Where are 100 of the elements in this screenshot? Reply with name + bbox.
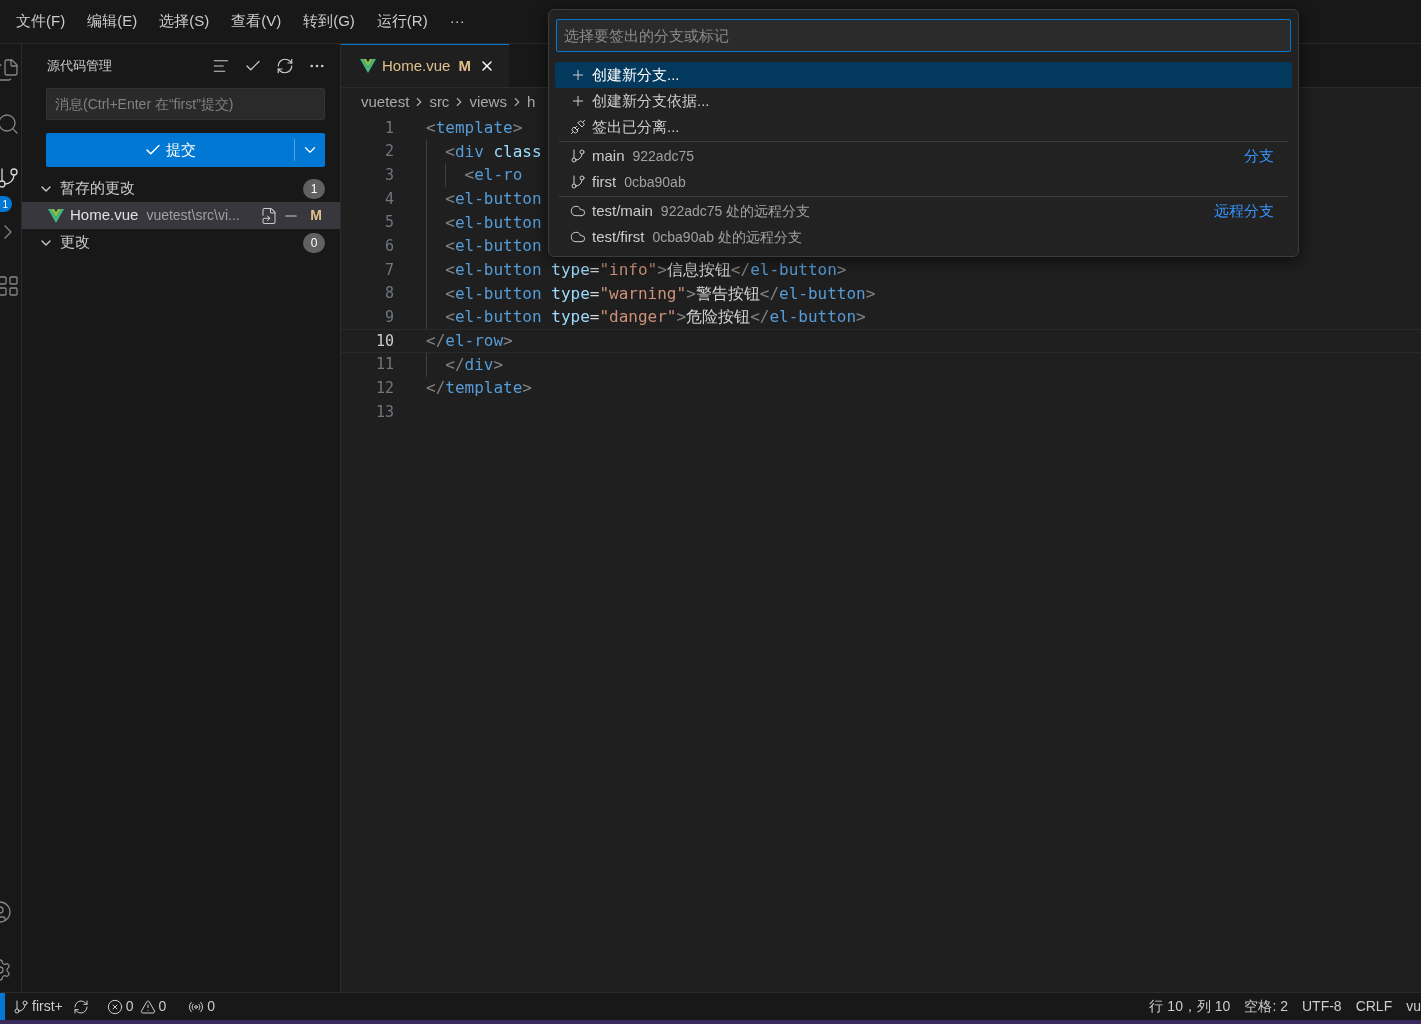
commit-message-field[interactable]: 消息(Ctrl+Enter 在“first”提交) xyxy=(46,88,325,120)
line-number: 8 xyxy=(383,283,394,305)
code-line: <template> xyxy=(426,116,523,139)
sync-icon[interactable] xyxy=(72,998,89,1015)
branch-search-field[interactable]: 选择要签出的分支或标记 xyxy=(556,19,1291,52)
code-line: </div> xyxy=(444,353,504,376)
breadcrumb[interactable]: vuetest xyxy=(361,90,410,114)
item-detail: 922adc75 处的远程分支 xyxy=(660,201,811,221)
item-label: 创建新分支依据... xyxy=(592,90,710,111)
item-label: first xyxy=(592,171,617,192)
group-label: 远程分支 xyxy=(1214,200,1274,221)
breadcrumb[interactable]: src xyxy=(429,90,450,114)
plus-icon xyxy=(570,93,586,109)
code-line: <el-button type="danger">危险按钮</el-button> xyxy=(444,306,866,329)
line-number: 6 xyxy=(383,236,394,258)
breadcrumb[interactable]: h xyxy=(526,90,536,114)
quick-pick-item[interactable]: test/main 922adc75 处的远程分支 远程分支 xyxy=(555,198,1292,224)
menu-item[interactable]: 运行(R) xyxy=(372,8,432,35)
breadcrumb[interactable]: views xyxy=(469,90,507,114)
status-item[interactable]: UTF-8 xyxy=(1301,996,1342,1017)
commit-label: 提交 xyxy=(166,139,196,160)
line-number: 2 xyxy=(383,141,394,163)
open-file-icon[interactable] xyxy=(260,206,279,225)
status-letter: M xyxy=(310,206,322,225)
line-number: 10 xyxy=(374,330,394,352)
status-item[interactable]: vu xyxy=(1406,996,1421,1017)
quick-pick-item[interactable]: test/first 0cba90ab 处的远程分支 xyxy=(555,224,1292,250)
code-line: <el-button xyxy=(444,211,542,234)
cloud-icon xyxy=(570,203,586,219)
item-label: 创建新分支... xyxy=(592,64,680,85)
line-number: 3 xyxy=(383,164,394,186)
line-number: 9 xyxy=(383,307,394,329)
quick-pick-item[interactable]: first 0cba90ab xyxy=(555,169,1292,195)
extensions-icon[interactable] xyxy=(0,274,20,298)
quick-pick-item[interactable]: 创建新分支... xyxy=(555,62,1292,88)
line-number: 11 xyxy=(374,354,394,376)
cloud-icon xyxy=(570,229,586,245)
file-name: Home.vue xyxy=(70,205,139,226)
file-row[interactable]: Home.vue vuetest\src\vi... M xyxy=(22,202,340,229)
more-menu[interactable]: ··· xyxy=(445,10,469,33)
code-line: <el-button type="warning">警告按钮</el-button> xyxy=(444,282,876,305)
panel-title: 源代码管理 xyxy=(47,57,113,76)
group-header[interactable]: 更改 0 xyxy=(22,229,340,256)
tab-title: Home.vue xyxy=(382,55,451,76)
item-detail: 0cba90ab xyxy=(624,172,686,192)
plus-icon xyxy=(570,67,586,83)
vue-logo-icon xyxy=(48,208,64,223)
code-line: </template> xyxy=(426,377,532,400)
item-label: 签出已分离... xyxy=(592,116,680,137)
quick-pick-item[interactable]: 签出已分离... xyxy=(555,114,1292,140)
commit-button[interactable]: 提交 xyxy=(46,133,325,167)
item-detail: 0cba90ab 处的远程分支 xyxy=(652,227,802,247)
group-label: 更改 xyxy=(60,232,91,253)
plug-icon xyxy=(570,119,586,135)
count-badge: 0 xyxy=(303,232,325,253)
error-icon xyxy=(106,998,123,1015)
code-line: <div class xyxy=(444,140,542,163)
count-badge: 1 xyxy=(303,178,325,199)
line-number: 13 xyxy=(374,401,394,423)
group-label: 分支 xyxy=(1244,145,1274,166)
line-number: 4 xyxy=(383,188,394,210)
branch-icon xyxy=(13,998,29,1015)
branch-icon[interactable] xyxy=(0,166,20,190)
code-line: <el-button type="info">信息按钮</el-button> xyxy=(444,258,847,281)
item-label: main xyxy=(592,145,625,166)
file-path: vuetest\src\vi... xyxy=(146,206,241,225)
menu-item[interactable]: 编辑(E) xyxy=(83,8,142,35)
search-icon[interactable] xyxy=(0,112,20,136)
count-badge: 1 xyxy=(0,196,12,212)
quick-pick-item[interactable]: 创建新分支依据... xyxy=(555,88,1292,114)
menu-item[interactable]: 选择(S) xyxy=(155,8,214,35)
vue-logo-icon xyxy=(360,59,376,73)
warning-icon xyxy=(139,998,156,1015)
line-number: 1 xyxy=(383,117,394,139)
menu-item[interactable]: 查看(V) xyxy=(227,8,286,35)
list-icon[interactable] xyxy=(212,57,230,75)
menu-item[interactable]: 文件(F) xyxy=(12,8,70,35)
item-label: test/first xyxy=(592,226,645,247)
files-icon[interactable] xyxy=(0,58,20,82)
code-line: <el-button xyxy=(444,235,542,258)
branch-icon xyxy=(570,174,586,190)
code-line: <el-ro xyxy=(463,164,523,187)
status-item[interactable]: 行 10，列 10 xyxy=(1149,996,1231,1017)
status-item[interactable]: CRLF xyxy=(1355,996,1393,1017)
status-item[interactable]: 空格: 2 xyxy=(1244,996,1288,1017)
item-detail: 922adc75 xyxy=(632,146,695,166)
ports-status[interactable]: 0 xyxy=(188,996,216,1017)
problems-status[interactable]: 0 0 xyxy=(106,996,167,1017)
menu-item[interactable]: 转到(G) xyxy=(299,8,359,35)
refresh-icon[interactable] xyxy=(276,57,294,75)
status-letter: M xyxy=(458,55,471,76)
group-header[interactable]: 暂存的更改 1 xyxy=(22,175,340,202)
line-number: 12 xyxy=(374,378,394,400)
branch-status[interactable]: first+ xyxy=(13,996,63,1017)
code-line: <el-button xyxy=(444,187,542,210)
line-number: 7 xyxy=(383,259,394,281)
line-number: 5 xyxy=(383,212,394,234)
branch-icon xyxy=(570,148,586,164)
quick-pick-item[interactable]: main 922adc75 分支 xyxy=(555,143,1292,169)
editor-tab[interactable]: Home.vue M xyxy=(341,44,509,87)
